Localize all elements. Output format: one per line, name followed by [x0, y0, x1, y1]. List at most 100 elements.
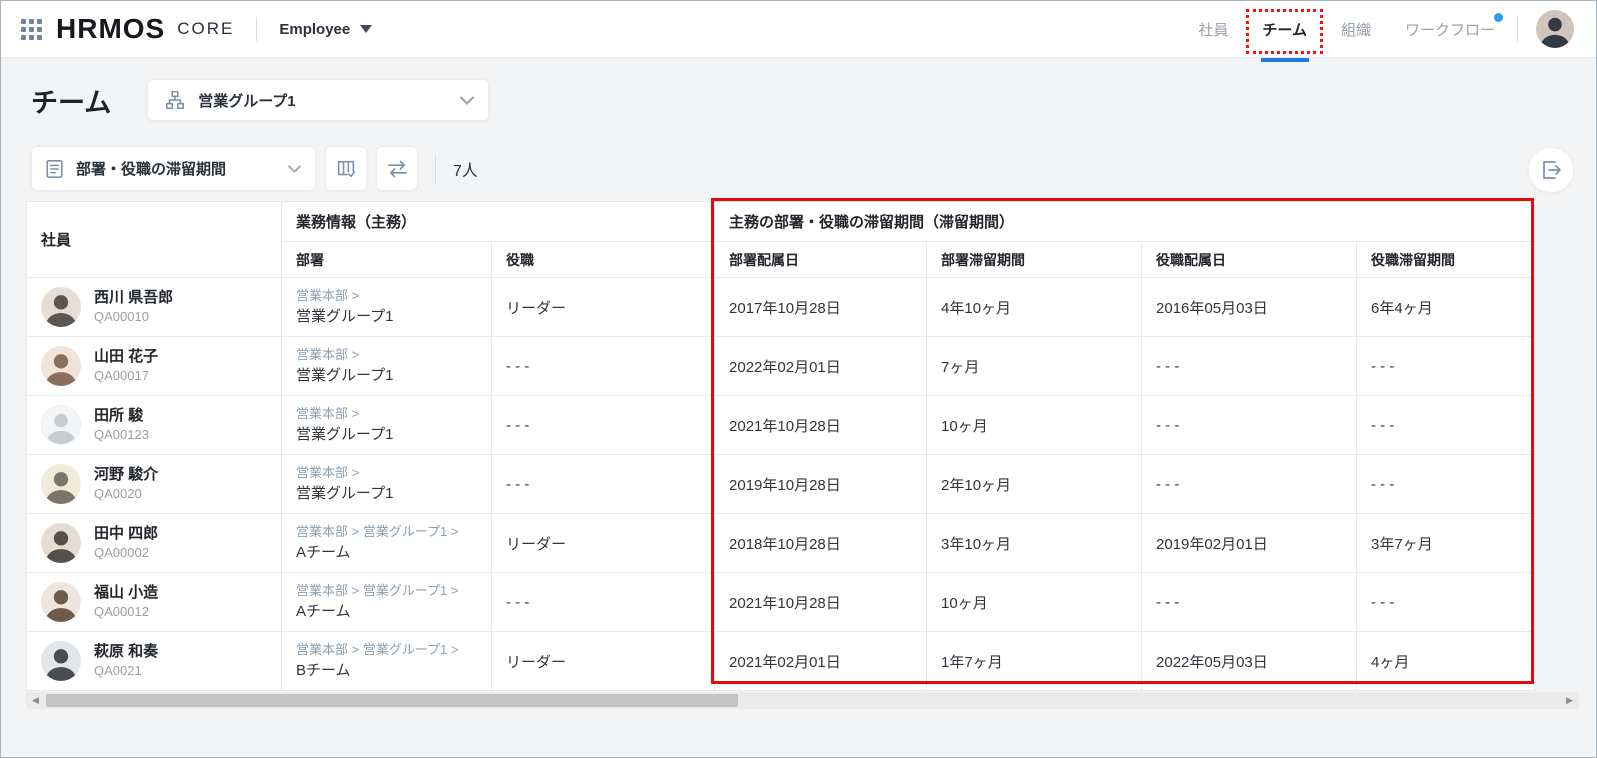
table-row: 田中 四郎 QA00002 営業本部 > 営業グループ1 > Aチーム リーダー…: [27, 514, 1535, 573]
employee-name: 西川 県吾郎: [94, 287, 173, 309]
main-nav: 社員 チーム 組織 ワークフロー: [1198, 1, 1574, 58]
avatar[interactable]: [41, 523, 81, 563]
department-path-link[interactable]: 営業本部 > 営業グループ1 >: [296, 640, 491, 660]
tab-team-label: チーム: [1262, 19, 1307, 40]
role-assign-date-cell: - - -: [1142, 396, 1357, 455]
role-assign-date-cell: 2022年05月03日: [1142, 632, 1357, 691]
role-cell: - - -: [492, 337, 715, 396]
table-row: 萩原 和奏 QA0021 営業本部 > 営業グループ1 > Bチーム リーダー …: [27, 632, 1535, 691]
view-selector-value: 部署・役職の滞留期間: [76, 158, 226, 179]
role-tenure-cell: - - -: [1357, 573, 1535, 632]
dept-assign-date-cell: 2018年10月28日: [715, 514, 927, 573]
product-switcher[interactable]: Employee: [279, 21, 372, 38]
tab-workflow-label: ワークフロー: [1405, 19, 1495, 40]
department-path-link[interactable]: 営業本部 >: [296, 404, 491, 424]
department-name: 営業グループ1: [296, 483, 491, 506]
logo-core-label: CORE: [177, 19, 234, 39]
col-header-employee: 社員: [27, 202, 282, 278]
header-divider: [256, 17, 257, 41]
department-path-link[interactable]: 営業本部 >: [296, 345, 491, 365]
scrollbar-thumb[interactable]: [46, 694, 738, 707]
employee-id: QA00017: [94, 367, 158, 386]
dropdown-arrow-icon: [360, 25, 372, 33]
role-cell: - - -: [492, 396, 715, 455]
avatar[interactable]: [41, 582, 81, 622]
dept-assign-date-cell: 2021年10月28日: [715, 396, 927, 455]
notification-dot: [1494, 13, 1503, 22]
col-header-department: 部署: [282, 242, 492, 278]
dept-assign-date-cell: 2022年02月01日: [715, 337, 927, 396]
dept-assign-date-cell: 2019年10月28日: [715, 455, 927, 514]
swap-columns-button[interactable]: [376, 146, 418, 191]
role-tenure-cell: - - -: [1357, 455, 1535, 514]
tab-organization[interactable]: 組織: [1341, 1, 1371, 58]
dept-tenure-cell: 10ヶ月: [927, 396, 1142, 455]
employee-id: QA00123: [94, 426, 149, 445]
employee-name: 河野 駿介: [94, 464, 158, 486]
dept-tenure-cell: 4年10ヶ月: [927, 278, 1142, 337]
apps-grid-icon[interactable]: [21, 19, 42, 40]
role-tenure-cell: 4ヶ月: [1357, 632, 1535, 691]
employee-name: 山田 花子: [94, 346, 158, 368]
avatar[interactable]: [41, 464, 81, 504]
department-name: Bチーム: [296, 660, 491, 683]
horizontal-scrollbar[interactable]: ◀ ▶: [26, 692, 1579, 709]
org-chart-icon: [164, 89, 186, 111]
avatar[interactable]: [41, 287, 81, 327]
dept-assign-date-cell: 2021年02月01日: [715, 632, 927, 691]
export-button[interactable]: [1528, 147, 1574, 193]
page-title: チーム: [31, 81, 111, 120]
role-cell: - - -: [492, 573, 715, 632]
role-assign-date-cell: 2016年05月03日: [1142, 278, 1357, 337]
table-row: 河野 駿介 QA0020 営業本部 > 営業グループ1 - - - 2019年1…: [27, 455, 1535, 514]
department-path-link[interactable]: 営業本部 >: [296, 463, 491, 483]
department-name: Aチーム: [296, 601, 491, 624]
role-cell: リーダー: [492, 278, 715, 337]
employee-name: 田中 四郎: [94, 523, 158, 545]
table-row: 山田 花子 QA00017 営業本部 > 営業グループ1 - - - 2022年…: [27, 337, 1535, 396]
col-header-role-tenure: 役職滞留期間: [1357, 242, 1535, 278]
team-selector-value: 営業グループ1: [198, 90, 295, 111]
dept-assign-date-cell: 2017年10月28日: [715, 278, 927, 337]
table-row: 西川 県吾郎 QA00010 営業本部 > 営業グループ1 リーダー 2017年…: [27, 278, 1535, 337]
role-tenure-cell: 3年7ヶ月: [1357, 514, 1535, 573]
view-selector[interactable]: 部署・役職の滞留期間: [31, 146, 316, 191]
department-name: 営業グループ1: [296, 424, 491, 447]
role-cell: リーダー: [492, 632, 715, 691]
employee-id: QA00010: [94, 308, 173, 327]
col-header-dept-assign-date: 部署配属日: [715, 242, 927, 278]
tab-workflow[interactable]: ワークフロー: [1405, 1, 1495, 58]
team-selector[interactable]: 営業グループ1: [147, 79, 489, 121]
role-cell: - - -: [492, 455, 715, 514]
user-avatar[interactable]: [1536, 10, 1574, 48]
tab-team[interactable]: チーム: [1262, 1, 1307, 58]
scroll-right-icon[interactable]: ▶: [1566, 692, 1573, 709]
swap-icon: [386, 159, 409, 179]
department-name: Aチーム: [296, 542, 491, 565]
view-list-icon: [45, 159, 64, 179]
filter-row: 部署・役職の滞留期間 7人: [31, 146, 478, 191]
avatar[interactable]: [41, 641, 81, 681]
avatar[interactable]: [41, 346, 81, 386]
column-settings-icon: [335, 158, 357, 180]
table-row: 田所 駿 QA00123 営業本部 > 営業グループ1 - - - 2021年1…: [27, 396, 1535, 455]
role-cell: リーダー: [492, 514, 715, 573]
dept-tenure-cell: 7ヶ月: [927, 337, 1142, 396]
scroll-left-icon[interactable]: ◀: [32, 692, 39, 709]
filter-divider: [435, 154, 436, 184]
department-path-link[interactable]: 営業本部 > 営業グループ1 >: [296, 581, 491, 601]
avatar-placeholder[interactable]: [41, 405, 81, 445]
employee-id: QA0020: [94, 485, 158, 504]
employee-name: 萩原 和奏: [94, 641, 158, 663]
department-path-link[interactable]: 営業本部 >: [296, 286, 491, 306]
group-header-work-info: 業務情報（主務）: [282, 202, 715, 242]
team-table: 社員 業務情報（主務） 主務の部署・役職の滞留期間（滞留期間） 部署 役職 部署…: [26, 201, 1534, 691]
department-path-link[interactable]: 営業本部 > 営業グループ1 >: [296, 522, 491, 542]
title-row: チーム 営業グループ1: [31, 79, 489, 121]
column-settings-button[interactable]: [325, 146, 367, 191]
role-assign-date-cell: - - -: [1142, 455, 1357, 514]
employee-id: QA00002: [94, 544, 158, 563]
chevron-down-icon: [288, 165, 301, 173]
tab-employees[interactable]: 社員: [1198, 1, 1228, 58]
dept-assign-date-cell: 2021年10月28日: [715, 573, 927, 632]
